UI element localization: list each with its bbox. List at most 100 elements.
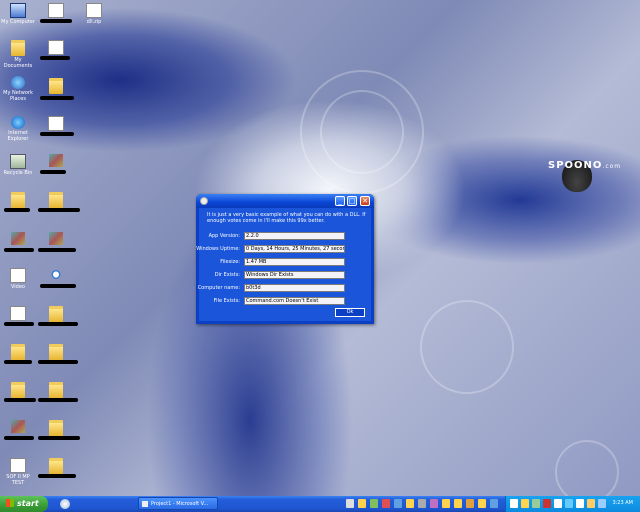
toolbar-app-icon[interactable] — [490, 499, 498, 508]
file-exists-field[interactable]: Command.com Doesn't Exist — [244, 297, 345, 305]
tray-icon[interactable] — [565, 499, 573, 508]
toolbar-folder-icon[interactable] — [442, 499, 450, 508]
desktop-icon-document[interactable] — [38, 3, 74, 19]
app-icon — [200, 197, 208, 205]
close-button[interactable]: ✕ — [360, 196, 370, 206]
desktop-icon-folder[interactable] — [38, 78, 74, 95]
spoono-logo: SPOONO.com — [548, 160, 622, 171]
toolbar-app-icon[interactable] — [466, 499, 474, 508]
file-exists-label: File Exists: — [213, 298, 240, 304]
desktop-icon-my-computer[interactable]: My Computer — [0, 3, 36, 25]
tray-icon[interactable] — [521, 499, 529, 508]
computer-icon — [10, 3, 26, 18]
tray-icon[interactable] — [543, 499, 551, 508]
desktop-icon-dll-zip[interactable]: dll.zip — [76, 3, 112, 25]
toolbar-app-icon[interactable] — [418, 499, 426, 508]
folder-icon — [49, 306, 63, 322]
redacted-label — [4, 322, 34, 326]
dir-exists-field[interactable]: Windows Dir Exists — [244, 271, 345, 279]
minimize-button[interactable]: _ — [335, 196, 345, 206]
desktop-icon-folder[interactable] — [38, 344, 74, 361]
toolbar-app-icon[interactable] — [394, 499, 402, 508]
computer-name-label: Computer name: — [197, 285, 240, 291]
redacted-label — [40, 56, 70, 60]
quick-launch-ie-icon[interactable] — [60, 499, 70, 509]
application-icon — [11, 420, 25, 433]
desktop-icon-folder[interactable] — [38, 420, 74, 437]
window-client-area: It is just a very basic example of what … — [196, 208, 371, 321]
windows-uptime-label: Windows Uptime: — [196, 246, 240, 252]
wallpaper-swirl — [555, 440, 619, 504]
desktop-icon-folder[interactable] — [38, 192, 74, 209]
desktop-icon-document[interactable] — [38, 40, 74, 56]
desktop-icon-my-documents[interactable]: My Documents — [0, 40, 36, 69]
toolbar-folder-icon[interactable] — [406, 499, 414, 508]
desktop-icon-document[interactable] — [38, 116, 74, 132]
toolbar-app-icon[interactable] — [370, 499, 378, 508]
folder-icon — [49, 458, 63, 474]
desktop-icon-folder[interactable] — [0, 382, 36, 399]
recycle-bin-icon — [10, 154, 26, 169]
redacted-label — [4, 208, 30, 212]
toolbar-folder-icon[interactable] — [478, 499, 486, 508]
tray-icon[interactable] — [576, 499, 584, 508]
desktop-icon-app[interactable] — [0, 232, 36, 246]
toolbar-folder-icon[interactable] — [454, 499, 462, 508]
desktop-icon-network[interactable]: My Network Places — [0, 76, 36, 102]
toolbar-folder-icon[interactable] — [358, 499, 366, 508]
app-version-field[interactable]: 2.2.0 — [244, 232, 345, 240]
network-icon — [11, 76, 25, 89]
desktop-icon-recycle-bin[interactable]: Recycle Bin — [0, 154, 36, 176]
wallpaper-swirl — [320, 90, 404, 174]
maximize-button[interactable]: □ — [347, 196, 357, 206]
toolbar-app-icon[interactable] — [382, 499, 390, 508]
volume-icon[interactable] — [598, 499, 606, 508]
toolbar-app-icon[interactable] — [430, 499, 438, 508]
filesize-field[interactable]: 1.47 MB — [244, 258, 345, 266]
folder-icon — [11, 344, 25, 360]
application-icon — [11, 232, 25, 245]
desktop-icon-folder[interactable] — [38, 382, 74, 399]
desktop-icon-app[interactable] — [38, 154, 74, 168]
desktop-icon-folder[interactable] — [0, 344, 36, 361]
desktop-icon-folder[interactable] — [0, 192, 36, 209]
desktop-icon-app[interactable] — [0, 420, 36, 434]
video-icon — [10, 268, 26, 283]
game-icon — [10, 458, 26, 473]
desktop-icon-internet-explorer[interactable]: Internet Explorer — [0, 116, 36, 142]
clock[interactable]: 3:23 AM — [612, 500, 633, 506]
start-button[interactable]: start — [0, 496, 48, 512]
tray-icon[interactable] — [554, 499, 562, 508]
redacted-label — [38, 436, 80, 440]
title-bar[interactable]: _ □ ✕ — [196, 194, 374, 208]
ie-icon — [11, 116, 25, 129]
desktop-icon-sof2-test[interactable]: SOF II MP TEST — [0, 458, 36, 486]
redacted-label — [40, 170, 66, 174]
windows-uptime-field[interactable]: 0 Days, 14 Hours, 25 Minutes, 27 seconds — [244, 245, 345, 253]
tray-icon[interactable] — [510, 499, 518, 508]
redacted-label — [40, 284, 76, 288]
desktop-icon-document[interactable] — [0, 306, 36, 322]
system-tray: 3:23 AM — [505, 496, 640, 512]
desktop-icon-archive[interactable] — [38, 232, 74, 246]
app-window: _ □ ✕ It is just a very basic example of… — [196, 194, 374, 324]
application-icon — [49, 154, 63, 167]
redacted-label — [38, 360, 78, 364]
desktop-icon-folder[interactable] — [38, 458, 74, 475]
computer-name-field[interactable]: b0t3d — [244, 284, 345, 292]
folder-icon — [49, 382, 63, 398]
taskbar-item-project1[interactable]: Project1 - Microsoft V... — [138, 497, 218, 510]
desktop-icon-search[interactable] — [38, 268, 74, 282]
ok-button[interactable]: Ok — [335, 308, 365, 317]
desktop-icon-folder[interactable] — [38, 306, 74, 323]
redacted-label — [38, 474, 76, 478]
tray-icon[interactable] — [532, 499, 540, 508]
toolbar-app-icon[interactable] — [346, 499, 354, 508]
taskbar: start Project1 - Microsoft V... 3:23 AM — [0, 496, 640, 512]
vb-project-icon — [142, 501, 148, 507]
tray-icon[interactable] — [587, 499, 595, 508]
desktop-icon-video[interactable]: Video — [0, 268, 36, 290]
windows-logo-icon — [6, 499, 14, 507]
redacted-label — [38, 208, 80, 212]
redacted-label — [40, 96, 74, 100]
